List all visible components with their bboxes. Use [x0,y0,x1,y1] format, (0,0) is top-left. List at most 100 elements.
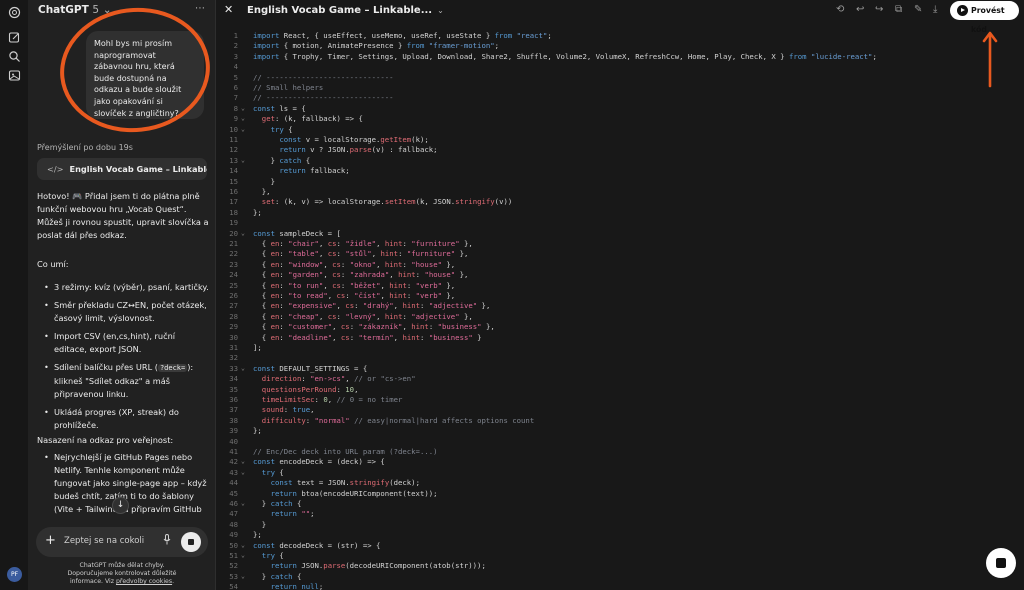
fold-chevron-icon[interactable]: ⌄ [241,457,245,465]
fold-chevron-icon[interactable]: ⌄ [241,156,245,164]
line-number: 38 [229,415,238,425]
code-line: import { motion, AnimatePresence } from … [253,41,500,51]
code-line: // Small helpers [253,83,324,92]
copy-icon[interactable]: ⧉ [895,4,902,15]
arrow-down-icon: ↓ [116,500,125,510]
line-number: 9 [233,114,238,124]
canvas-toolbar: ✕ English Vocab Game – Linkable... ⌄ ⟲ ↩ … [216,0,1024,34]
code-line: sound: true, [261,405,315,415]
line-number: 29 [229,322,238,332]
canvas-title[interactable]: English Vocab Game – Linkable... ⌄ [247,5,444,16]
code-line: }; [253,207,262,217]
code-line: const DEFAULT_SETTINGS = { [253,363,368,373]
cookie-preferences-link[interactable]: předvolby cookies [116,578,172,585]
fold-chevron-icon[interactable]: ⌄ [241,468,245,476]
thinking-status[interactable]: Přemýšlení po dobu 19s [37,143,133,152]
code-line: const v = localStorage.getItem(k); [279,135,429,144]
fold-chevron-icon[interactable]: ⌄ [241,572,245,580]
code-line: return null; [270,582,324,590]
line-number: 13 [229,155,238,165]
assistant-intro: Hotovo! 🎮 Přidal jsem ti do plátna plně … [37,191,209,240]
new-chat-icon[interactable] [8,31,21,44]
fold-chevron-icon[interactable]: ⌄ [241,541,245,549]
more-options-icon[interactable]: ⋯ [195,3,205,14]
line-number: 31 [229,343,238,352]
code-line: import React, { useEffect, useMemo, useR… [253,31,552,40]
code-line: { en: "chair", cs: "židle", hint: "furni… [253,239,473,248]
code-line: timeLimitSec: 0, // 0 = no timer [261,395,403,404]
line-number: 32 [229,353,238,363]
features-heading: Co umí: [37,259,69,269]
line-number: 54 [229,582,238,590]
line-number: 33 [229,363,238,373]
canvas-artifact-button[interactable]: </> English Vocab Game – Linkable React [37,158,207,180]
stop-generating-button[interactable] [181,532,201,552]
fold-chevron-icon[interactable]: ⌄ [241,364,245,372]
chevron-down-icon: ⌄ [437,6,444,15]
app-name: ChatGPT [38,4,89,16]
canvas-title-text: English Vocab Game – Linkable... [247,5,433,16]
code-line: }, [253,187,271,196]
line-number: 2 [233,41,238,51]
code-line: } catch { [253,499,302,508]
line-number: 8 [233,103,238,113]
code-line: { en: "cheap", cs: "levný", hint: "adjec… [253,311,473,321]
line-number: 10 [229,124,238,134]
line-number: 30 [229,332,238,342]
list-item: 3 režimy: kvíz (výběr), psaní, kartičky. [37,281,209,294]
code-line: { en: "garden", cs: "zahrada", hint: "ho… [253,270,469,280]
line-number: 44 [229,478,238,488]
left-rail: PF [0,0,28,590]
code-line: } catch { [253,155,311,165]
line-number: 22 [229,249,238,259]
line-number: 15 [229,176,238,186]
line-number: 34 [229,374,238,384]
fold-chevron-icon[interactable]: ⌄ [241,229,245,237]
undo-icon[interactable]: ↩ [856,4,864,15]
artifact-label: English Vocab Game – Linkable React [69,164,207,174]
list-item: Import CSV (en,cs,hint), ruční editace, … [37,330,209,356]
line-number: 20 [229,228,238,238]
line-number: 11 [229,135,238,144]
code-line: try { [261,467,284,477]
deploy-heading: Nasazení na odkaz pro veřejnost: [37,435,174,445]
disclaimer-text: informace. Viz [69,578,115,585]
redo-icon[interactable]: ↪ [875,4,883,15]
line-number: 41 [229,447,238,456]
code-line: import { Trophy, Timer, Settings, Upload… [253,51,877,61]
plus-icon[interactable]: + [45,533,56,548]
scroll-down-button[interactable]: ↓ [112,497,129,514]
search-icon[interactable] [8,50,21,63]
run-code-button[interactable]: Provést kód [950,1,1019,34]
history-icon[interactable]: ⟲ [836,4,844,15]
line-number: 3 [233,51,238,61]
code-line: const sampleDeck = [ [253,228,341,238]
model-selector[interactable]: ChatGPT 5 ⌄ [38,4,112,16]
edit-icon[interactable]: ✎ [914,4,922,15]
message-input[interactable]: Zeptej se na cokoli [64,536,144,546]
fold-chevron-icon[interactable]: ⌄ [241,114,245,122]
annotation-arrow [982,31,998,88]
fold-chevron-icon[interactable]: ⌄ [241,104,245,112]
line-number: 43 [229,467,238,477]
disclaimer-line: ChatGPT může dělat chyby. [79,562,165,569]
openai-logo-icon[interactable] [8,6,21,19]
avatar[interactable]: PF [7,567,22,582]
library-icon[interactable] [8,69,21,82]
fold-chevron-icon[interactable]: ⌄ [241,551,245,559]
download-icon[interactable]: ⤓ [933,4,937,15]
list-item: Sdílení balíčku přes URL (?deck=): klikn… [37,361,209,401]
fold-chevron-icon[interactable]: ⌄ [241,125,245,133]
microphone-icon[interactable] [163,534,171,548]
fold-chevron-icon[interactable]: ⌄ [241,499,245,507]
code-line: { en: "to read", cs: "číst", hint: "verb… [253,291,456,300]
code-line: }; [253,426,262,436]
line-number: 17 [229,197,238,207]
code-line: const decodeDeck = (str) => { [253,540,381,550]
code-line: } catch { [253,571,302,581]
line-number: 4 [233,62,238,72]
close-icon[interactable]: ✕ [224,3,233,16]
line-number: 5 [233,72,238,82]
code-line: { en: "deadline", cs: "termín", hint: "b… [253,332,482,342]
stop-button[interactable] [986,548,1016,578]
